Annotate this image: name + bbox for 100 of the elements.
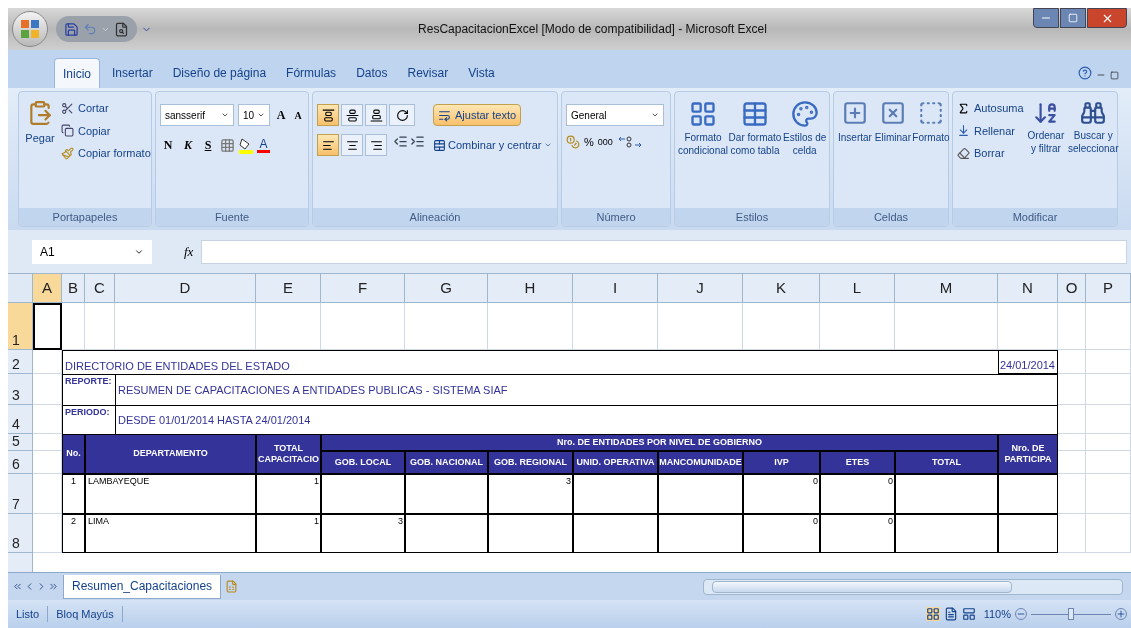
cell-button[interactable]: Eliminar <box>875 96 910 204</box>
column-header[interactable]: E <box>256 274 321 303</box>
row-header[interactable]: 3 <box>8 374 33 405</box>
column-header[interactable]: F <box>321 274 405 303</box>
percent-button[interactable]: % <box>584 134 594 151</box>
vertical-align-button[interactable] <box>317 104 339 126</box>
find-select-button[interactable]: Buscar y seleccionar <box>1068 96 1119 204</box>
column-header[interactable]: C <box>85 274 115 303</box>
font-color-button[interactable]: A <box>257 137 270 153</box>
format-painter-button[interactable]: Copiar formato <box>61 145 151 162</box>
zoom-thumb[interactable] <box>1068 608 1074 620</box>
save-icon[interactable] <box>64 21 79 37</box>
style-button[interactable]: Formato condicional <box>679 96 727 204</box>
formula-input[interactable] <box>201 239 1127 264</box>
page-break-icon[interactable] <box>961 607 976 621</box>
grow-font-button[interactable]: A <box>274 104 288 126</box>
column-header[interactable]: B <box>62 274 85 303</box>
decrease-indent-icon[interactable] <box>393 134 408 149</box>
shrink-font-button[interactable]: A <box>292 104 304 126</box>
style-button[interactable]: Dar formato como tabla <box>731 96 779 204</box>
column-header[interactable]: L <box>820 274 895 303</box>
last-sheet-icon[interactable] <box>48 581 59 592</box>
row-header[interactable]: 6 <box>8 451 33 474</box>
zoom-level[interactable]: 110% <box>983 605 1011 623</box>
ribbon-tab[interactable]: Fórmulas <box>278 58 345 88</box>
copy-button[interactable]: Copiar <box>61 122 111 139</box>
sort-filter-button[interactable]: Ordenar y filtrar <box>1027 96 1065 204</box>
horizontal-scrollbar[interactable] <box>703 578 1123 595</box>
vertical-align-button[interactable] <box>341 104 363 126</box>
italic-button[interactable]: K <box>180 134 196 156</box>
horizontal-align-button[interactable] <box>341 134 363 156</box>
column-header[interactable]: O <box>1058 274 1086 303</box>
normal-view-icon[interactable] <box>925 607 940 621</box>
paste-button[interactable]: Pegar <box>23 96 57 204</box>
ribbon-tab[interactable]: Diseño de página <box>164 58 275 88</box>
function-label[interactable]: fx <box>184 241 194 262</box>
sheet-cell[interactable] <box>33 303 62 350</box>
font-name-field[interactable]: sansserif <box>160 104 234 126</box>
column-header[interactable]: I <box>573 274 658 303</box>
thousands-button[interactable]: 000 <box>597 135 613 149</box>
print-preview-icon[interactable] <box>114 21 129 37</box>
increase-indent-icon[interactable] <box>410 134 425 149</box>
number-format-field[interactable]: General <box>566 104 664 126</box>
row-header[interactable]: 1 <box>8 303 33 350</box>
restore-icon[interactable] <box>1110 71 1119 80</box>
row-header[interactable]: 8 <box>8 514 33 553</box>
minimize-button[interactable] <box>1033 8 1059 28</box>
first-sheet-icon[interactable] <box>12 581 23 592</box>
column-header[interactable]: J <box>658 274 743 303</box>
fill-color-icon[interactable] <box>239 136 253 154</box>
ribbon-tab[interactable]: Inicio <box>54 58 100 88</box>
page-layout-icon[interactable] <box>943 607 958 621</box>
cut-button[interactable]: Cortar <box>61 100 109 117</box>
row-header[interactable]: 4 <box>8 405 33 434</box>
table-cell: 0 <box>820 514 895 553</box>
column-header[interactable]: M <box>895 274 998 303</box>
vertical-align-button[interactable] <box>365 104 387 126</box>
row-header[interactable]: 5 <box>8 434 33 451</box>
horizontal-align-button[interactable] <box>365 134 387 156</box>
accounting-icon[interactable] <box>566 135 580 150</box>
zoom-slider[interactable] <box>1031 607 1111 621</box>
column-header: ETES <box>820 451 895 474</box>
autosum-button[interactable]: Autosuma <box>957 100 1024 117</box>
style-button[interactable]: Estilos de celda <box>783 96 827 204</box>
horizontal-align-button[interactable] <box>317 134 339 156</box>
column-header[interactable]: H <box>488 274 573 303</box>
ribbon-tab[interactable]: Insertar <box>104 58 161 88</box>
office-button[interactable] <box>12 11 48 47</box>
name-box[interactable]: A1 <box>32 239 152 264</box>
fill-button[interactable]: Rellenar <box>957 122 1024 139</box>
column-header[interactable]: D <box>115 274 256 303</box>
wrap-text-button[interactable]: Ajustar texto <box>433 104 522 126</box>
column-header[interactable]: G <box>405 274 488 303</box>
scrollbar-thumb[interactable] <box>712 580 1013 593</box>
decimal-places-icon[interactable] <box>616 134 643 151</box>
font-size-field[interactable]: 10 <box>238 104 270 126</box>
zoom-in-icon[interactable] <box>1115 608 1127 620</box>
column-header[interactable]: K <box>743 274 820 303</box>
merge-center-button[interactable]: Combinar y centrar <box>433 134 552 156</box>
borders-icon[interactable] <box>220 137 235 153</box>
ribbon-tab[interactable]: Datos <box>348 58 396 88</box>
cell-button[interactable]: Formato <box>913 96 948 204</box>
orientation-button[interactable] <box>389 104 415 126</box>
row-header[interactable]: 7 <box>8 474 33 514</box>
bold-button[interactable]: N <box>160 134 176 156</box>
row-header[interactable]: 2 <box>8 350 33 374</box>
cell-button[interactable]: Insertar <box>838 96 872 204</box>
maximize-button[interactable] <box>1060 8 1086 28</box>
ribbon-tab[interactable]: Vista <box>460 58 503 88</box>
sheet-tab[interactable]: Resumen_Capacitaciones <box>63 574 222 599</box>
underline-button[interactable]: S <box>200 134 216 156</box>
column-header: No. <box>62 434 85 474</box>
ribbon-tab[interactable]: Revisar <box>399 58 457 88</box>
column-header[interactable]: N <box>998 274 1058 303</box>
clear-button[interactable]: Borrar <box>957 145 1024 162</box>
column-header[interactable]: A <box>33 274 62 303</box>
close-button[interactable] <box>1087 8 1127 28</box>
new-sheet-icon[interactable] <box>225 580 239 593</box>
column-header[interactable]: P <box>1086 274 1131 303</box>
help-icon[interactable] <box>1078 66 1092 80</box>
